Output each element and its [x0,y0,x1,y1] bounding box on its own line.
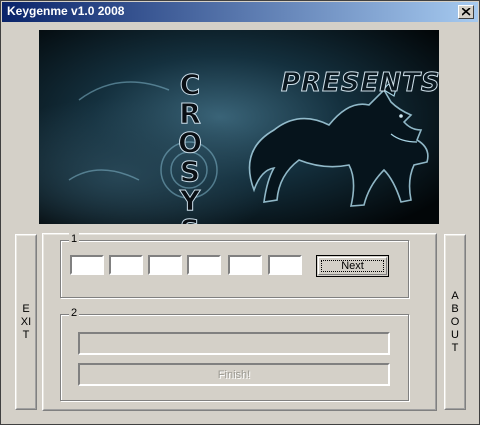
banner-letter: S [179,155,201,188]
banner-letter: O [178,126,203,159]
title-bar[interactable]: Keygenme v1.0 2008 [2,2,478,22]
crosys-vertical-text: C R O S Y S [177,68,203,225]
finish-button[interactable]: Finish! [78,363,390,386]
key-field-4[interactable] [187,255,221,275]
banner-letter: C [179,68,201,101]
key-input-4[interactable] [189,259,219,275]
about-label: ABOUT [450,289,460,354]
banner-letter: R [179,97,202,130]
close-button[interactable] [458,5,474,19]
key-field-5[interactable] [228,255,262,275]
next-button[interactable]: Next [316,255,389,277]
close-icon [462,8,471,16]
key-input-6[interactable] [270,259,300,275]
serial-output-field[interactable] [78,332,390,355]
step2-group-label: 2 [69,307,80,319]
key-input-3[interactable] [150,259,180,275]
banner-letter: S [177,215,203,225]
banner-letter: Y [179,184,201,217]
focus-rect [321,260,384,272]
crosys-banner-image: C R O S Y S PRESENTS [39,30,439,224]
exit-button[interactable]: EXIT [15,234,37,410]
key-field-3[interactable] [148,255,182,275]
presents-text: PRESENTS [281,68,439,99]
key-input-5[interactable] [230,259,260,275]
exit-label: EXIT [20,302,32,341]
about-button[interactable]: ABOUT [444,234,466,410]
key-input-1[interactable] [72,259,102,275]
key-field-2[interactable] [109,255,143,275]
finish-label: Finish! [217,368,251,381]
keygen-window: Keygenme v1.0 2008 C R O S Y PRESENTS EX… [0,0,480,425]
key-field-6[interactable] [268,255,302,275]
step2-groupbox: 2 [60,307,409,401]
key-input-2[interactable] [111,259,141,275]
key-field-1[interactable] [70,255,104,275]
window-title: Keygenme v1.0 2008 [7,4,125,18]
step1-group-label: 1 [69,233,80,245]
wolf-artwork [39,30,439,224]
